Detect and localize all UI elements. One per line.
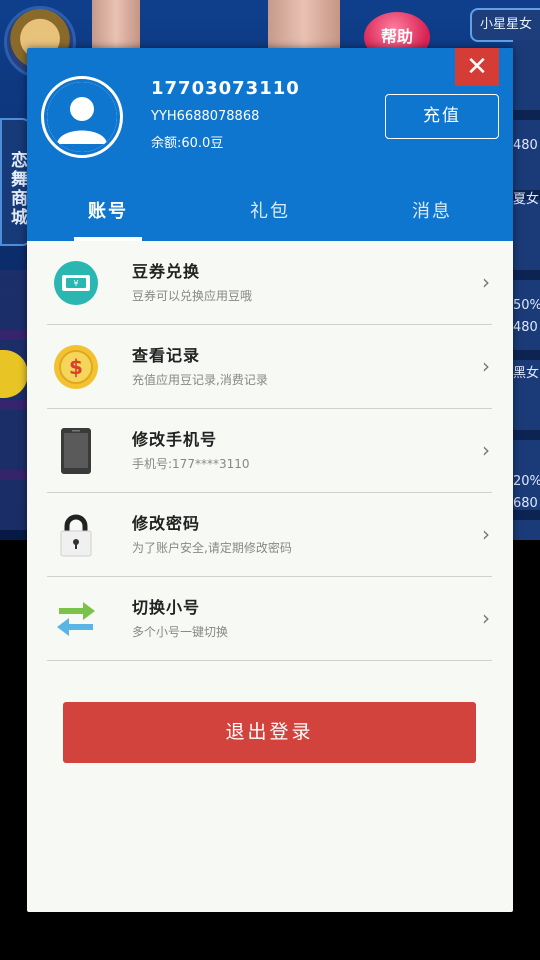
row-subtitle: 手机号:177****3110: [132, 457, 250, 471]
chevron-right-icon: ›: [482, 270, 490, 294]
background-right-label: 夏女: [513, 192, 540, 207]
tab-bar: 账号 礼包 消息: [27, 193, 513, 241]
coupon-icon: ¥: [53, 260, 99, 306]
chevron-right-icon: ›: [482, 438, 490, 462]
row-title: 修改密码: [132, 514, 201, 533]
user-silhouette-icon: [47, 82, 117, 152]
tab-gift[interactable]: 礼包: [189, 193, 351, 241]
row-title: 查看记录: [132, 346, 201, 365]
balance: 余额:60.0豆: [151, 136, 224, 151]
list-item-change-phone[interactable]: 修改手机号 手机号:177****3110 ›: [47, 409, 492, 493]
tab-account[interactable]: 账号: [27, 193, 189, 241]
tab-messages[interactable]: 消息: [351, 193, 513, 241]
account-header: ✕ 17703073110 YYH6688078868 余额:60.0豆 充值 …: [27, 48, 513, 241]
account-dialog: ✕ 17703073110 YYH6688078868 余额:60.0豆 充值 …: [27, 48, 513, 912]
row-subtitle: 豆券可以兑换应用豆哦: [132, 289, 253, 303]
background-right-label: 480: [513, 138, 538, 153]
background-character-leg-left: [92, 0, 140, 50]
coin-icon: $: [53, 344, 99, 390]
user-info: 17703073110 YYH6688078868 余额:60.0豆: [151, 78, 300, 151]
row-title: 豆券兑换: [132, 262, 201, 281]
user-id: YYH6688078868: [151, 109, 260, 124]
background-right-label: 480: [513, 320, 538, 335]
avatar[interactable]: [41, 76, 123, 158]
recharge-button[interactable]: 充值: [385, 94, 499, 139]
chevron-right-icon: ›: [482, 354, 490, 378]
row-title: 修改手机号: [132, 430, 218, 449]
svg-text:¥: ¥: [73, 279, 78, 288]
background-right-label: 黑女: [513, 366, 540, 381]
logout-button[interactable]: 退出登录: [63, 702, 476, 763]
list-item-coupon-exchange[interactable]: ¥ 豆券兑换 豆券可以兑换应用豆哦 ›: [47, 241, 492, 325]
phone-icon: [53, 428, 99, 474]
username: 17703073110: [151, 78, 300, 99]
row-subtitle: 为了账户安全,请定期修改密码: [132, 541, 292, 555]
chevron-right-icon: ›: [482, 522, 490, 546]
row-title: 切换小号: [132, 598, 201, 617]
background-right-label: 20%: [513, 474, 540, 489]
background-right-label: 50%: [513, 298, 540, 313]
background-top-tag: 小星星女: [470, 8, 540, 42]
lock-icon: [53, 512, 99, 558]
background-character-leg-right: [268, 0, 340, 50]
row-subtitle: 多个小号一键切换: [132, 625, 229, 639]
list-item-change-password[interactable]: 修改密码 为了账户安全,请定期修改密码 ›: [47, 493, 492, 577]
background-right-label: 680: [513, 496, 538, 511]
account-options-list: ¥ 豆券兑换 豆券可以兑换应用豆哦 › $ 查看记录 充值应用豆记录,消费记录 …: [47, 241, 492, 661]
list-item-view-records[interactable]: $ 查看记录 充值应用豆记录,消费记录 ›: [47, 325, 492, 409]
svg-text:$: $: [69, 355, 83, 379]
swap-icon: [53, 596, 99, 642]
row-subtitle: 充值应用豆记录,消费记录: [132, 373, 268, 387]
close-button[interactable]: ✕: [455, 48, 499, 86]
background-right-column: [513, 40, 540, 540]
chevron-right-icon: ›: [482, 606, 490, 630]
list-item-switch-account[interactable]: 切换小号 多个小号一键切换 ›: [47, 577, 492, 661]
